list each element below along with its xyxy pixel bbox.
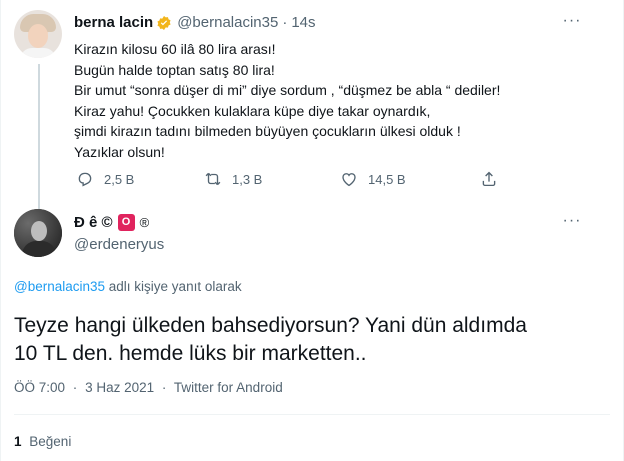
like-count: 14,5 B <box>368 171 406 187</box>
retweet-button[interactable]: 1,3 B <box>204 170 262 188</box>
thread-line <box>38 64 40 209</box>
reply-text-line: Teyze hangi ülkeden bahsediyorsun? Yani … <box>14 314 527 337</box>
reply-to-mention-link[interactable]: @bernalacin35 <box>14 279 105 294</box>
parent-tweet[interactable]: berna lacin @bernalacin35 · 14s ··· Kira… <box>0 0 624 209</box>
divider <box>14 414 610 415</box>
share-button[interactable] <box>480 170 508 188</box>
retweet-icon <box>205 172 221 186</box>
header-separator: · <box>282 14 288 31</box>
reply-icon <box>78 172 92 187</box>
reply-to-label: adlı kişiye yanıt olarak <box>108 279 242 294</box>
reply-tweet-text: Teyze hangi ülkeden bahsediyorsun? Yani … <box>14 312 604 368</box>
avatar-face <box>28 24 48 48</box>
avatar[interactable] <box>14 10 62 58</box>
avatar-body <box>20 48 56 58</box>
like-button[interactable]: 14,5 B <box>340 170 406 188</box>
author-handle[interactable]: @bernalacin35 <box>177 14 278 31</box>
tweet-text-line: Kiraz yahu! Çocukken kulaklara küpe diye… <box>74 102 431 119</box>
tweet-text-line: Kirazın kilosu 60 ilâ 80 lira arası! <box>74 41 276 57</box>
more-options-icon[interactable]: ··· <box>561 212 583 232</box>
tweet-time[interactable]: 14s <box>291 14 315 31</box>
tweet-text-line: Bir umut “sonra düşer di mi” diye sordum… <box>74 82 501 98</box>
avatar-shoulders <box>22 241 56 257</box>
retweet-count: 1,3 B <box>232 171 263 187</box>
replying-to: @bernalacin35 adlı kişiye yanıt olarak <box>14 279 242 294</box>
more-options-icon[interactable]: ··· <box>561 12 583 32</box>
reply-count: 2,5 B <box>104 171 135 187</box>
reply-author-name[interactable]: Đ ê © O ® <box>74 214 149 231</box>
likes-number: 1 <box>14 434 22 449</box>
reply-text-line: 10 TL den. hemde lüks bir marketten.. <box>14 342 367 365</box>
tweet-date[interactable]: 3 Haz 2021 <box>85 380 154 395</box>
likes-count-link[interactable]: 1 Beğeni <box>14 434 71 449</box>
tweet-text-line: Yazıklar olsun! <box>74 143 165 160</box>
avatar-head <box>31 221 47 241</box>
name-badge-icon: O <box>117 214 135 231</box>
meta-separator: · <box>72 380 78 395</box>
reply-button[interactable]: 2,5 B <box>76 170 134 188</box>
tweet-text-line: Bugün halde toptan satış 80 lira! <box>74 61 275 78</box>
tweet-meta: ÖÖ 7:00 · 3 Haz 2021 · Twitter for Andro… <box>14 380 283 395</box>
reply-author-handle[interactable]: @erdeneryus <box>74 236 164 253</box>
share-icon <box>482 171 496 187</box>
meta-separator: · <box>161 380 167 395</box>
tweet-text: Kirazın kilosu 60 ilâ 80 lira arası! Bug… <box>74 39 594 162</box>
author-name[interactable]: berna lacin <box>74 14 153 31</box>
tweet-header: berna lacin @bernalacin35 · 14s <box>74 14 316 31</box>
avatar[interactable] <box>14 209 62 257</box>
reply-author-name-suffix: ® <box>139 215 150 230</box>
heart-icon <box>342 173 356 187</box>
likes-label: Beğeni <box>29 434 72 449</box>
verified-badge-icon <box>156 15 172 31</box>
reply-author-name-prefix: Đ ê © <box>74 214 113 231</box>
tweet-text-line: şimdi kirazın tadını bilmeden büyüyen ço… <box>74 123 461 139</box>
tweet-timestamp[interactable]: ÖÖ 7:00 <box>14 380 65 395</box>
tweet-actions: 2,5 B 1,3 B 14,5 B <box>74 170 514 190</box>
tweet-source[interactable]: Twitter for Android <box>174 380 283 395</box>
